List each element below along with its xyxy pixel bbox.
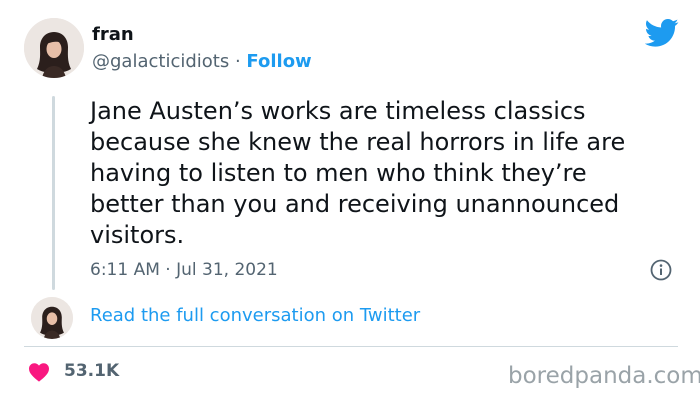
info-icon[interactable] [650,259,672,281]
tweet-line: visitors. [90,221,185,249]
avatar[interactable] [24,18,84,78]
tweet-line: Jane Austen’s works are timeless classic… [90,97,586,125]
tweet-line: because she knew the real horrors in lif… [90,128,626,156]
author-handle-row: @galacticidiots · Follow [92,51,312,72]
author-handle[interactable]: @galacticidiots [92,51,229,72]
avatar-portrait [24,18,84,78]
divider [24,346,678,347]
watermark: boredpanda.com [508,363,700,389]
reply-avatar[interactable] [31,297,73,339]
tweet-timestamp[interactable]: 6:11 AM · Jul 31, 2021 [90,260,278,280]
heart-icon[interactable] [28,362,50,382]
follow-button[interactable]: Follow [246,51,311,72]
tweet-line: better than you and receiving unannounce… [90,190,620,218]
tweet-line: having to listen to men who think they’r… [90,159,587,187]
author-name[interactable]: fran [92,24,134,45]
avatar-portrait [31,297,73,339]
twitter-bird-icon[interactable] [645,18,679,48]
thread-line [52,96,55,290]
read-conversation-link[interactable]: Read the full conversation on Twitter [90,305,420,326]
handle-separator: · [234,51,241,72]
tweet-text: Jane Austen’s works are timeless classic… [90,96,690,251]
like-count[interactable]: 53.1K [64,361,119,381]
